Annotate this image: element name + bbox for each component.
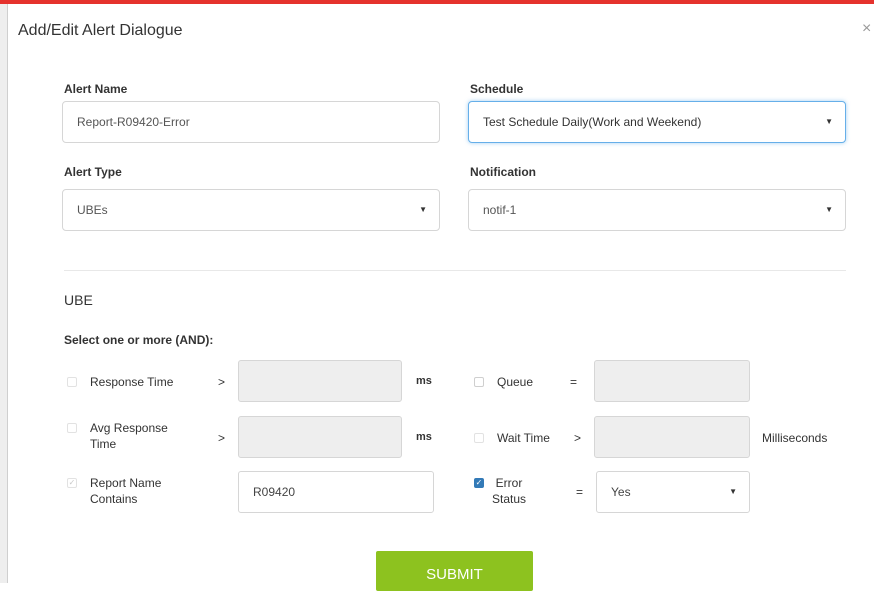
wait-time-unit: Milliseconds (762, 431, 828, 445)
chevron-down-icon: ▼ (729, 487, 737, 496)
report-name-input[interactable]: R09420 (238, 471, 434, 513)
window-left-edge (0, 4, 8, 583)
schedule-select[interactable]: Test Schedule Daily(Work and Weekend) ▼ (468, 101, 846, 143)
section-divider (64, 270, 846, 271)
chevron-down-icon: ▼ (825, 117, 833, 126)
alert-type-label: Alert Type (64, 165, 122, 179)
wait-time-operator: > (574, 431, 582, 445)
alert-name-label: Alert Name (64, 82, 128, 96)
alert-name-value: Report-R09420-Error (77, 115, 190, 129)
error-status-value: Yes (611, 485, 631, 499)
response-time-operator: > (218, 375, 226, 389)
chevron-down-icon: ▼ (419, 205, 427, 214)
dialog-title: Add/Edit Alert Dialogue (18, 22, 183, 39)
avg-response-time-input[interactable] (238, 416, 402, 458)
wait-time-label: Wait Time (497, 431, 550, 445)
close-icon[interactable]: × (862, 20, 874, 38)
avg-response-time-unit: ms (416, 431, 432, 443)
error-status-select[interactable]: Yes ▼ (596, 471, 750, 513)
report-name-label-line2: Contains (90, 492, 138, 506)
ube-subtitle: Select one or more (AND): (64, 333, 214, 347)
avg-response-time-label-line2: Time (90, 437, 117, 451)
error-status-operator: = (576, 485, 584, 499)
ube-section-title: UBE (64, 292, 93, 308)
report-name-label: Report Name Contains (90, 475, 161, 507)
error-status-label-line2: Status (492, 492, 527, 506)
alert-name-input[interactable]: Report-R09420-Error (62, 101, 440, 143)
notification-value: notif-1 (483, 203, 517, 217)
report-name-checkbox[interactable]: ✓ (67, 478, 77, 488)
submit-button[interactable]: SUBMIT (376, 551, 533, 591)
avg-response-time-label: Avg Response Time (90, 420, 168, 452)
queue-operator: = (570, 375, 578, 389)
alert-type-select[interactable]: UBEs ▼ (62, 189, 440, 231)
chevron-down-icon: ▼ (825, 205, 833, 214)
report-name-label-line1: Report Name (90, 476, 162, 490)
wait-time-input[interactable] (594, 416, 750, 458)
schedule-label: Schedule (470, 82, 524, 96)
top-accent-bar (0, 0, 874, 4)
error-status-label-line1: Error (495, 476, 523, 490)
response-time-unit: ms (416, 375, 432, 387)
error-status-label: Error Status (492, 475, 526, 507)
notification-label: Notification (470, 165, 536, 179)
alert-type-value: UBEs (77, 203, 108, 217)
report-name-value: R09420 (253, 485, 296, 499)
queue-label: Queue (497, 375, 534, 389)
queue-checkbox[interactable] (474, 377, 484, 387)
avg-response-time-checkbox[interactable] (67, 423, 77, 433)
response-time-label: Response Time (90, 375, 174, 389)
wait-time-checkbox[interactable] (474, 433, 484, 443)
notification-select[interactable]: notif-1 ▼ (468, 189, 846, 231)
queue-input[interactable] (594, 360, 750, 402)
avg-response-time-label-line1: Avg Response (90, 421, 168, 435)
avg-response-time-operator: > (218, 431, 226, 445)
response-time-checkbox[interactable] (67, 377, 77, 387)
schedule-value: Test Schedule Daily(Work and Weekend) (483, 115, 702, 129)
error-status-checkbox[interactable]: ✓ (474, 478, 484, 488)
response-time-input[interactable] (238, 360, 402, 402)
